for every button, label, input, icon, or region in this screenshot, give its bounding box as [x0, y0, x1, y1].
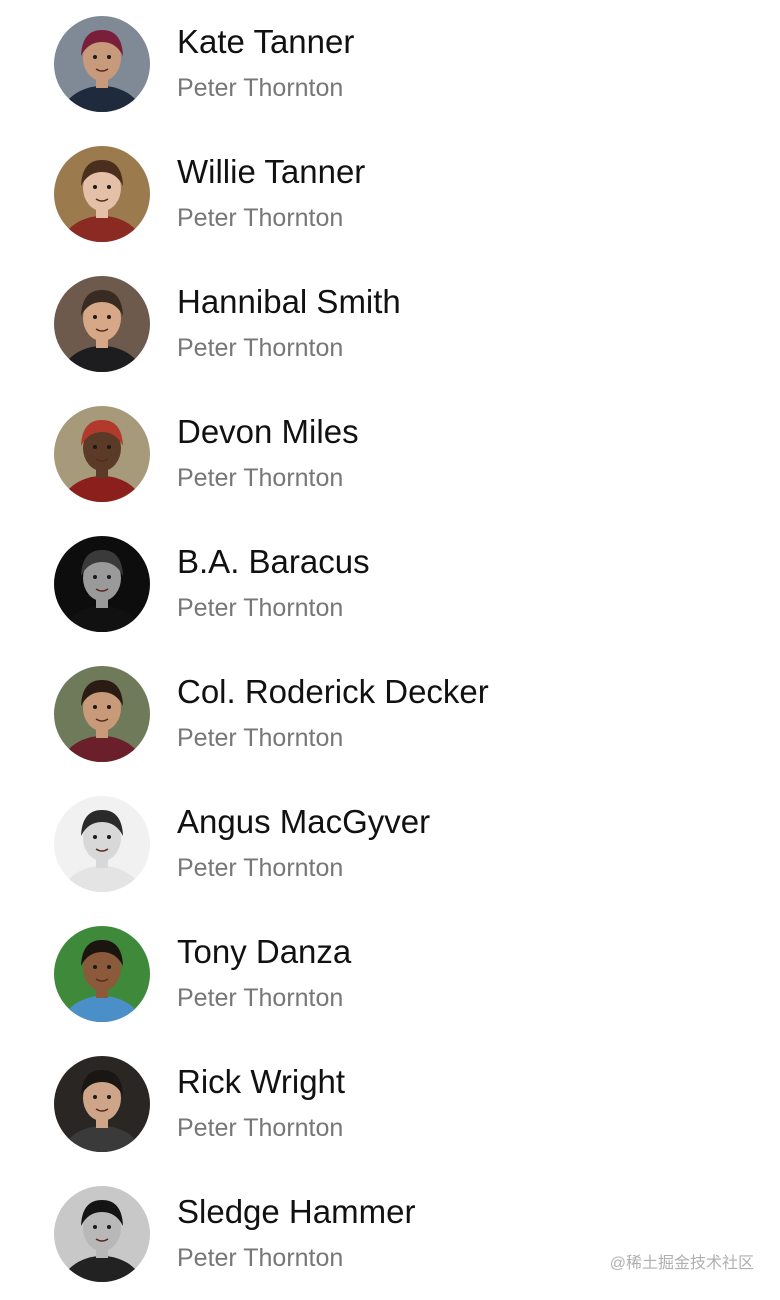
contact-name: Willie Tanner	[177, 153, 366, 190]
contact-subtitle: Peter Thornton	[177, 334, 344, 362]
contact-subtitle: Peter Thornton	[177, 74, 344, 102]
contact-name: Rick Wright	[177, 1063, 346, 1100]
contact-item[interactable]: Sledge Hammer Peter Thornton	[0, 1170, 780, 1300]
contact-name: Col. Roderick Decker	[177, 673, 489, 710]
contact-item[interactable]: Devon Miles Peter Thornton	[0, 390, 780, 520]
avatar	[54, 1056, 150, 1152]
contact-item[interactable]: B.A. Baracus Peter Thornton	[0, 520, 780, 650]
avatar	[54, 16, 150, 112]
avatar	[54, 406, 150, 502]
avatar	[54, 666, 150, 762]
contact-subtitle: Peter Thornton	[177, 1114, 344, 1142]
contact-item[interactable]: Rick Wright Peter Thornton	[0, 1040, 780, 1170]
avatar	[54, 536, 150, 632]
avatar	[54, 926, 150, 1022]
avatar	[54, 796, 150, 892]
contact-item[interactable]: Angus MacGyver Peter Thornton	[0, 780, 780, 910]
contact-subtitle: Peter Thornton	[177, 724, 344, 752]
contact-name: B.A. Baracus	[177, 543, 370, 580]
contact-name: Hannibal Smith	[177, 283, 401, 320]
avatar	[54, 146, 150, 242]
contact-subtitle: Peter Thornton	[177, 1244, 344, 1272]
contact-subtitle: Peter Thornton	[177, 984, 344, 1012]
contact-list: Kate Tanner Peter Thornton Willie Tanner Pe…	[0, 0, 780, 1300]
contact-subtitle: Peter Thornton	[177, 204, 344, 232]
contact-item[interactable]: Kate Tanner Peter Thornton	[0, 0, 780, 130]
contact-subtitle: Peter Thornton	[177, 594, 344, 622]
contact-name: Angus MacGyver	[177, 803, 431, 840]
avatar	[54, 1186, 150, 1282]
contact-name: Kate Tanner	[177, 23, 355, 60]
avatar	[54, 276, 150, 372]
contact-item[interactable]: Willie Tanner Peter Thornton	[0, 130, 780, 260]
contact-subtitle: Peter Thornton	[177, 854, 344, 882]
contact-subtitle: Peter Thornton	[177, 464, 344, 492]
contact-name: Devon Miles	[177, 413, 359, 450]
contact-name: Tony Danza	[177, 933, 352, 970]
contact-item[interactable]: Tony Danza Peter Thornton	[0, 910, 780, 1040]
contact-item[interactable]: Hannibal Smith Peter Thornton	[0, 260, 780, 390]
contact-name: Sledge Hammer	[177, 1193, 416, 1230]
contact-item[interactable]: Col. Roderick Decker Peter Thornton	[0, 650, 780, 780]
watermark: @稀土掘金技术社区	[609, 1255, 754, 1272]
